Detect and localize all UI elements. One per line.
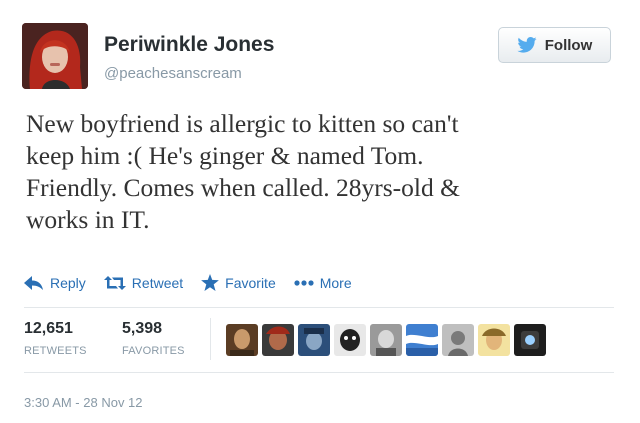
favoriters-avatars [226, 324, 550, 356]
tweet-line: Friendly. Comes when called. 28yrs-old & [26, 173, 460, 202]
retweet-icon [103, 275, 126, 290]
tweet-line: works in IT. [26, 205, 150, 234]
more-button[interactable]: More [294, 275, 352, 291]
favoriter-avatar[interactable] [514, 324, 546, 356]
favoriter-avatar[interactable] [406, 324, 438, 356]
divider [24, 372, 614, 373]
profile-handle[interactable]: @peachesanscream [104, 65, 242, 82]
follow-label: Follow [544, 36, 593, 54]
favoriter-avatar[interactable] [226, 324, 258, 356]
favoriter-avatar[interactable] [442, 324, 474, 356]
favorite-button[interactable]: Favorite [201, 274, 276, 291]
profile-avatar[interactable] [22, 23, 88, 89]
reply-label: Reply [50, 274, 86, 291]
more-label: More [319, 274, 352, 291]
tweet-line: keep him :( He's ginger & named Tom. [26, 141, 424, 170]
retweet-button[interactable]: Retweet [103, 274, 184, 291]
twitter-bird-icon [517, 37, 537, 53]
favoriter-avatar[interactable] [298, 324, 330, 356]
favoriter-avatar[interactable] [478, 324, 510, 356]
favoriter-avatar[interactable] [262, 324, 294, 356]
favorites-label: FAVORITES [122, 345, 185, 357]
reply-icon [24, 275, 43, 290]
favorites-count: 5,398 [122, 320, 163, 337]
retweets-stat[interactable]: 12,651 RETWEETS [24, 320, 87, 357]
retweets-label: RETWEETS [24, 345, 87, 357]
favoriter-avatar[interactable] [370, 324, 402, 356]
follow-button[interactable]: Follow [498, 27, 611, 63]
retweet-label: Retweet [131, 274, 184, 291]
favoriter-avatar[interactable] [334, 324, 366, 356]
favorite-label: Favorite [225, 274, 276, 291]
divider [24, 307, 614, 308]
profile-name[interactable]: Periwinkle Jones [104, 33, 274, 57]
more-dots-icon [294, 279, 314, 286]
tweet-actions: Reply Retweet Favorite More [24, 274, 370, 291]
reply-button[interactable]: Reply [24, 275, 86, 291]
profile-avatar-image [22, 23, 88, 89]
star-icon [201, 274, 220, 291]
stats-separator [210, 318, 211, 360]
favorites-stat[interactable]: 5,398 FAVORITES [122, 320, 185, 357]
tweet-timestamp[interactable]: 3:30 AM - 28 Nov 12 [24, 395, 143, 410]
tweet-text: New boyfriend is allergic to kitten so c… [26, 108, 621, 236]
retweets-count: 12,651 [24, 320, 73, 337]
tweet-line: New boyfriend is allergic to kitten so c… [26, 109, 459, 138]
